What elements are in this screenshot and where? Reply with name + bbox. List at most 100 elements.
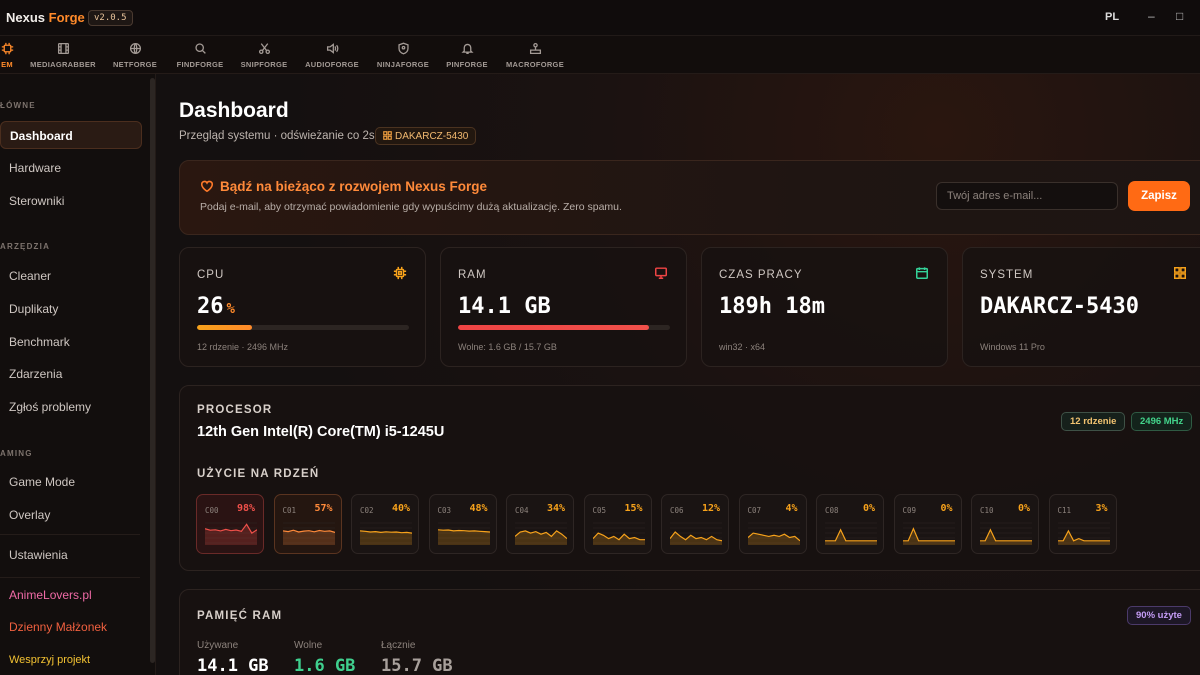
maximize-button[interactable]: □ xyxy=(1176,9,1183,23)
sidebar-item-report[interactable]: Zgłoś problemy xyxy=(9,400,91,414)
sidebar-item-game-mode[interactable]: Game Mode xyxy=(9,475,75,489)
ram-value: 14.1 GB xyxy=(458,294,551,319)
bell-icon xyxy=(444,42,490,58)
cpu-progress-fill xyxy=(197,325,253,330)
core-id: C06 xyxy=(670,506,684,515)
brand-accent: Forge xyxy=(48,10,85,25)
tab-findforge[interactable]: FINDFORGE xyxy=(172,36,228,74)
cores-badge: 12 rdzenie xyxy=(1061,412,1126,431)
processor-name: 12th Gen Intel(R) Core(TM) i5-1245U xyxy=(197,424,445,440)
core-id: C02 xyxy=(360,506,374,515)
tab-mediagrabber[interactable]: MEDIAGRABBER xyxy=(28,36,98,74)
language-switch[interactable]: PL xyxy=(1105,11,1119,23)
tools-bar: EM MEDIAGRABBER NETFORGE FINDFORGE SNIPF… xyxy=(0,36,1200,74)
core-tile: C11 3% xyxy=(1048,494,1117,554)
core-percent: 3% xyxy=(1095,503,1108,514)
memory-free: Wolne 1.6 GB xyxy=(294,640,355,675)
memory-free-value: 1.6 GB xyxy=(294,656,356,675)
cpu-icon xyxy=(393,266,407,285)
core-percent: 4% xyxy=(785,503,798,514)
core-percent: 15% xyxy=(624,503,643,514)
core-sparkline xyxy=(360,522,412,545)
memory-free-label: Wolne xyxy=(294,640,323,651)
sidebar-divider xyxy=(0,534,140,535)
memory-used-label: Używane xyxy=(197,640,239,651)
calendar-icon xyxy=(915,266,929,285)
core-id: C01 xyxy=(282,506,297,515)
cpu-value-number: 26 xyxy=(197,294,224,319)
core-sparkline xyxy=(902,522,955,545)
core-sparkline xyxy=(1057,522,1110,545)
brand-main: Nexus xyxy=(6,10,46,25)
tab-audioforge[interactable]: AUDIOFORGE xyxy=(302,36,362,74)
core-id: C11 xyxy=(1057,506,1072,515)
memory-total: Łącznie 15.7 GB xyxy=(381,640,453,675)
stat-sub: Wolne: 1.6 GB / 15.7 GB xyxy=(458,342,557,352)
link-support[interactable]: Wesprzyj projekt xyxy=(9,654,90,666)
ram-progress-fill xyxy=(458,325,649,330)
sidebar-item-settings[interactable]: Ustawienia xyxy=(9,548,68,562)
core-tile: C04 34% xyxy=(506,494,574,554)
newsletter-title: Bądź na bieżąco z rozwojem Nexus Forge xyxy=(200,179,487,194)
subscribe-button[interactable]: Zapisz xyxy=(1128,181,1190,211)
sidebar-scrollbar[interactable] xyxy=(150,78,155,663)
core-sparkline xyxy=(980,522,1032,545)
tab-ninjaforge[interactable]: NINJAFORGE xyxy=(373,36,433,74)
tab-snipforge[interactable]: SNIPFORGE xyxy=(237,36,291,74)
cpu-value-unit: % xyxy=(226,301,235,317)
stat-sub: 12 rdzenie · 2496 MHz xyxy=(197,342,289,352)
core-percent: 40% xyxy=(391,503,410,514)
core-sparkline xyxy=(205,522,257,545)
sidebar-item-events[interactable]: Zdarzenia xyxy=(9,367,62,381)
core-percent: 0% xyxy=(862,503,875,514)
newsletter-title-text: Bądź na bieżąco z rozwojem Nexus Forge xyxy=(220,179,488,194)
memory-used: Używane 14.1 GB xyxy=(197,640,269,675)
stat-card-ram: RAM 14.1 GB Wolne: 1.6 GB / 15.7 GB xyxy=(440,247,687,367)
host-chip: DAKARCZ-5430 xyxy=(375,127,477,145)
link-dzienny-malzonek[interactable]: Dzienny Małżonek xyxy=(9,620,107,634)
core-sparkline xyxy=(592,522,645,545)
version-badge: v2.0.5 xyxy=(88,10,133,26)
sidebar-item-hardware[interactable]: Hardware xyxy=(9,161,61,175)
uptime-value: 189h 18m xyxy=(719,294,825,319)
speaker-icon xyxy=(302,42,362,58)
email-field[interactable] xyxy=(936,182,1118,210)
stat-card-system: SYSTEM DAKARCZ-5430 Windows 11 Pro xyxy=(962,247,1200,367)
core-id: C04 xyxy=(515,506,529,515)
core-percent: 57% xyxy=(314,503,333,514)
memory-section-title: PAMIĘĆ RAM xyxy=(197,610,283,622)
grid-icon xyxy=(383,131,392,140)
tab-macroforge[interactable]: MACROFORGE xyxy=(503,36,567,74)
tab-system[interactable]: EM xyxy=(0,36,18,74)
sidebar: ŁÓWNE Dashboard Hardware Sterowniki ARZĘ… xyxy=(0,74,156,675)
tab-netforge[interactable]: NETFORGE xyxy=(110,36,160,74)
system-value: DAKARCZ-5430 xyxy=(980,294,1139,319)
sidebar-item-cleaner[interactable]: Cleaner xyxy=(9,269,51,283)
tab-label: SNIPFORGE xyxy=(240,60,288,69)
sidebar-item-dashboard[interactable]: Dashboard xyxy=(0,121,142,149)
sidebar-item-duplicates[interactable]: Duplikaty xyxy=(9,302,58,316)
memory-total-value: 15.7 GB xyxy=(381,656,453,675)
tab-pinforge[interactable]: PINFORGE xyxy=(444,36,490,74)
sidebar-item-overlay[interactable]: Overlay xyxy=(9,508,50,522)
frequency-badge: 2496 MHz xyxy=(1131,412,1193,431)
film-icon xyxy=(28,42,98,58)
link-animelovers[interactable]: AnimeLovers.pl xyxy=(9,588,92,602)
sidebar-section-main: ŁÓWNE xyxy=(0,101,36,110)
per-core-title: UŻYCIE NA RDZEŃ xyxy=(197,468,320,480)
minimize-button[interactable]: – xyxy=(1148,9,1155,23)
stat-label: CZAS PRACY xyxy=(719,269,803,281)
newsletter-banner: Bądź na bieżąco z rozwojem Nexus Forge P… xyxy=(179,160,1200,235)
core-id: C03 xyxy=(437,506,452,515)
sidebar-item-benchmark[interactable]: Benchmark xyxy=(9,335,70,349)
cpu-value: 26% xyxy=(197,294,235,319)
cpu-progress xyxy=(197,325,409,330)
core-tile: C09 0% xyxy=(893,494,962,554)
stat-label: SYSTEM xyxy=(980,269,1034,281)
page-subtitle: Przegląd systemu · odświeżanie co 2s xyxy=(179,130,375,142)
core-tile: C05 15% xyxy=(583,494,652,554)
core-sparkline xyxy=(282,522,335,545)
core-tile: C06 12% xyxy=(661,494,729,554)
stat-label: RAM xyxy=(458,269,487,281)
sidebar-item-drivers[interactable]: Sterowniki xyxy=(9,194,64,208)
